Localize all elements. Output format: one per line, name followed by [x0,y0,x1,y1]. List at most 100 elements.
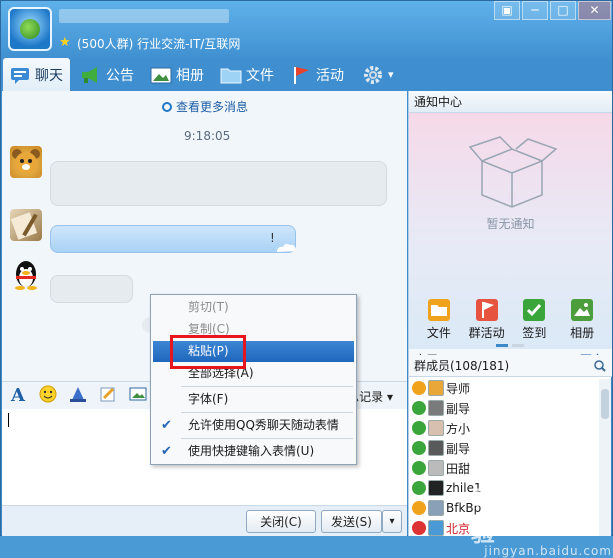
tab-activity[interactable]: 活动 [284,58,350,91]
list-item[interactable]: 导师 [409,378,599,398]
image-icon[interactable] [128,385,148,407]
app-group-activity-label: 群活动 [468,326,505,340]
avatar [428,480,444,496]
tab-files-label: 文件 [246,67,274,84]
app-album-label: 相册 [570,326,595,340]
checkmark-icon: ✔ [161,418,172,433]
doodle-icon[interactable] [98,385,118,407]
watermark-text: Bai du 经验 [471,484,597,547]
watermark-url: jingyan.baidu.com [484,544,612,558]
skin-button[interactable]: ▣ [494,1,520,20]
menu-item-label: 字体(F) [188,392,229,406]
app-group-activity[interactable]: 群活动 [464,293,510,343]
menu-item-qq-show-emotes[interactable]: ✔ 允许使用QQ秀聊天随动表情 [153,415,354,436]
minimize-button[interactable]: ─ [522,1,548,20]
context-menu: 剪切(T) 复制(C) 粘贴(P) 全部选择(A) 字体(F) ✔ 允许使用QQ秀… [150,294,357,465]
menu-item-label: 使用快捷键输入表情(U) [188,444,315,458]
avatar [428,420,444,436]
menu-item-shortcut-emotes[interactable]: ✔ 使用快捷键输入表情(U) [153,441,354,462]
avatar[interactable] [10,146,42,178]
tab-chat[interactable]: 聊天 [3,58,70,91]
app-files[interactable]: 文件 [416,293,462,343]
search-icon[interactable] [594,355,606,379]
avatar [428,400,444,416]
message-timestamp: 9:18:05 [184,129,231,143]
avatar [428,440,444,456]
send-options-button[interactable]: ▾ [382,510,402,533]
crown-icon [412,501,426,515]
empty-box-icon [468,136,558,208]
apps-grid: 文件 群活动 签到 相册 [409,293,612,343]
megaphone-icon [80,65,102,85]
message-bubble[interactable] [50,161,387,206]
tab-activity-label: 活动 [316,67,344,84]
gear-icon [362,65,384,85]
text-caret [8,413,9,427]
emoji-icon[interactable] [38,385,58,407]
settings-menu-button[interactable]: ▾ [356,58,400,91]
tab-album-label: 相册 [176,67,204,84]
chat-icon [9,65,31,85]
tab-announcement[interactable]: 公告 [74,58,140,91]
photo-icon [150,65,172,85]
chevron-down-icon: ▾ [388,68,394,81]
message-bubble[interactable] [50,275,133,303]
member-name: 方小 [446,421,471,436]
menu-item-label: 允许使用QQ秀聊天随动表情 [188,418,339,432]
star-icon: ★ [59,35,71,50]
member-name: 副导 [446,401,471,416]
chevron-down-icon: ▾ [386,390,393,404]
app-check-in-label: 签到 [522,326,547,340]
admin-icon [412,421,426,435]
flag-icon [475,299,498,321]
magic-hat-icon[interactable] [68,385,88,407]
avatar [428,380,444,396]
checkmark-icon [523,299,546,321]
tab-announcement-label: 公告 [106,67,134,84]
view-more-messages-label: 查看更多消息 [176,100,249,114]
admin-icon [412,481,426,495]
baidu-watermark: Bai du 经验 jingyan.baidu.com [471,478,612,558]
avatar[interactable] [10,209,42,241]
owner-icon [412,381,426,395]
title-bar: ★ (500人群) 行业交流-IT/互联网 ▣ ─ □ ✕ [1,1,612,58]
admin-icon [412,461,426,475]
penguin-icon [15,261,37,290]
menu-separator [181,412,353,413]
clock-icon [162,101,172,112]
qq-group-chat-window: ★ (500人群) 行业交流-IT/互联网 ▣ ─ □ ✕ 聊天 公告 相册 文… [0,0,613,558]
list-item[interactable]: 副导 [409,438,599,458]
group-avatar[interactable] [8,7,52,51]
close-window-button[interactable]: ✕ [578,1,611,20]
list-item[interactable]: 副导 [409,398,599,418]
view-more-messages-link[interactable]: 查看更多消息 [162,98,248,115]
group-title: (500人群) 行业交流-IT/互联网 [77,37,241,51]
app-check-in[interactable]: 签到 [511,293,557,343]
tab-files[interactable]: 文件 [214,58,280,91]
member-name: 北京 [446,521,471,536]
send-button[interactable]: 发送(S) [321,510,382,533]
members-header: 群成员(108/181) [409,355,612,377]
list-item[interactable]: 方小 [409,418,599,438]
menu-item-font[interactable]: 字体(F) [153,389,354,410]
list-item[interactable]: 田甜 [409,458,599,478]
avatar [428,500,444,516]
annotation-highlight-box [170,335,246,369]
tab-album[interactable]: 相册 [144,58,210,91]
close-button[interactable]: 关闭(C) [246,510,316,533]
app-album[interactable]: 相册 [559,293,605,343]
maximize-button[interactable]: □ [550,1,576,20]
avatar[interactable] [10,259,42,291]
members-title: 群成员(108/181) [414,359,510,373]
menu-item-cut[interactable]: 剪切(T) [153,297,354,318]
notice-center-header: 通知中心 [409,91,612,113]
app-files-label: 文件 [426,326,451,340]
member-name: 导师 [446,381,471,396]
tab-chat-label: 聊天 [35,67,63,84]
message-bubble[interactable]: ! [50,225,296,253]
member-name: 田甜 [446,461,471,476]
scrollbar-thumb[interactable] [601,389,609,419]
avatar [428,520,444,536]
cloud-decoration-icon [277,243,296,252]
font-icon[interactable]: A [8,385,28,406]
